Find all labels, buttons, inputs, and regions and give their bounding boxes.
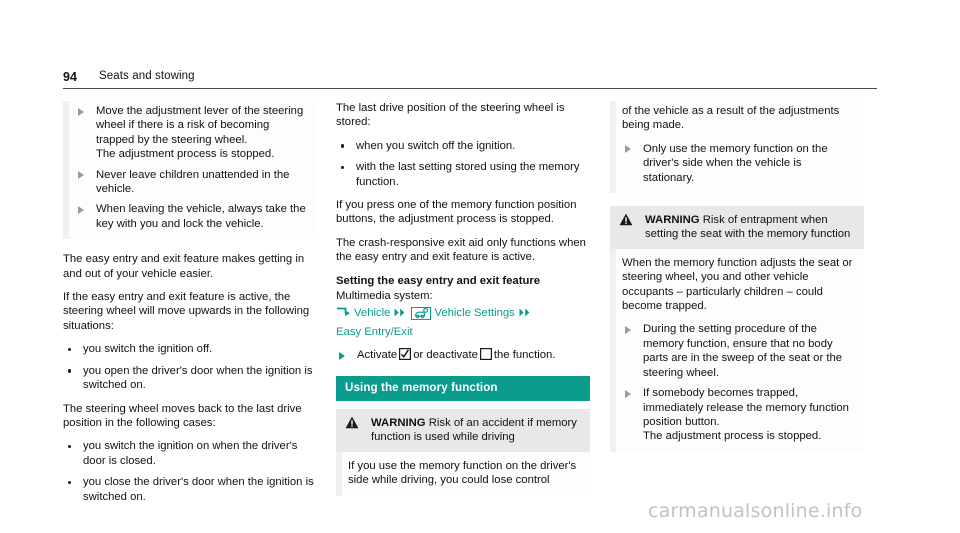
paragraph: The crash-responsive exit aid only funct…: [336, 236, 586, 264]
bullet-list-stored-conditions: when you switch off the ignition. with t…: [336, 139, 590, 189]
paragraph: The last drive position of the steering …: [336, 102, 565, 129]
bullet-list-return-conditions: you switch the ignition on when the driv…: [63, 439, 317, 504]
paragraph: If the easy entry and exit feature is ac…: [63, 291, 310, 332]
warning-action-list: During the setting procedure of the memo…: [622, 322, 855, 443]
list-item-text: Only use the memory function on the driv…: [643, 142, 828, 184]
list-item-text: with the last setting stored using the m…: [356, 161, 580, 188]
bullet-dot-icon: [68, 480, 72, 485]
path-segment-vehicle[interactable]: Vehicle: [354, 307, 390, 319]
warning-header-text: WARNING Risk of an accident if memory fu…: [371, 416, 581, 445]
paragraph: The steering wheel moves back to the las…: [63, 402, 302, 429]
double-chevron-icon: [519, 306, 532, 323]
list-item-text: If somebody becomes trapped, immediately…: [643, 387, 849, 443]
paragraph: The easy entry and exit feature makes ge…: [63, 253, 305, 280]
column-3: of the vehicle as a result of the adjust…: [610, 101, 864, 465]
triangle-bullet-icon: [625, 389, 631, 398]
page-title: Seats and stowing: [99, 70, 195, 82]
bullet-dot-icon: [68, 444, 72, 449]
list-item-text: Move the adjustment lever of the steerin…: [96, 105, 304, 161]
list-item: During the setting procedure of the memo…: [622, 322, 855, 380]
warning-label: WARNING: [645, 214, 700, 227]
paragraph: of the vehicle as a result of the adjust…: [622, 105, 840, 132]
triangle-bullet-icon: [78, 205, 84, 214]
enter-arrow-icon: [336, 307, 351, 324]
warning-body: If you use the memory function on the dr…: [336, 451, 590, 496]
warning-triangle-icon: [619, 213, 633, 227]
warning-action-list: Only use the memory function on the driv…: [622, 142, 855, 185]
path-segment-vehicle-settings[interactable]: Vehicle Settings: [434, 307, 514, 319]
list-item: you close the driver's door when the ign…: [63, 475, 317, 504]
column-2: The last drive position of the steering …: [336, 101, 590, 509]
bullet-dot-icon: [341, 165, 345, 170]
list-item-activate: Activate or deactivate the function.: [336, 348, 590, 364]
warning-header: WARNING Risk of an accident if memory fu…: [336, 408, 590, 452]
list-item: Move the adjustment lever of the steerin…: [75, 104, 308, 162]
warning-continuation-box: Move the adjustment lever of the steerin…: [63, 101, 317, 240]
paragraph: If you press one of the memory function …: [336, 199, 577, 226]
warning-box-entrapment: WARNING Risk of entrapment when setting …: [610, 206, 864, 452]
checked-checkbox-icon[interactable]: [399, 348, 412, 364]
vehicle-settings-icon: [411, 307, 432, 321]
warning-action-list: Move the adjustment lever of the steerin…: [75, 104, 308, 231]
multimedia-menu-path: Vehicle Vehicle Settings Easy Entry/Exit: [336, 305, 590, 340]
double-chevron-icon: [394, 306, 407, 323]
paragraph: When the memory function adjusts the sea…: [622, 256, 853, 313]
list-item: you open the driver's door when the igni…: [63, 364, 317, 393]
multimedia-label: Multimedia system:: [336, 290, 433, 303]
list-item-text: when you switch off the ignition.: [356, 139, 516, 152]
list-item-text: When leaving the vehicle, always take th…: [96, 203, 306, 230]
triangle-bullet-icon: [78, 107, 84, 116]
warning-header-text: WARNING Risk of entrapment when setting …: [645, 213, 855, 242]
warning-header: WARNING Risk of entrapment when setting …: [610, 206, 864, 249]
paragraph: If you use the memory function on the dr…: [348, 459, 577, 487]
warning-continuation-box: of the vehicle as a result of the adjust…: [610, 101, 864, 194]
activate-action-list: Activate or deactivate the function.: [336, 348, 590, 364]
list-item: If somebody becomes trapped, immediately…: [622, 386, 855, 444]
list-item: When leaving the vehicle, always take th…: [75, 202, 308, 231]
page-number: 94: [63, 70, 78, 84]
bullet-list-raise-conditions: you switch the ignition off. you open th…: [63, 342, 317, 392]
column-1: Move the adjustment lever of the steerin…: [63, 101, 317, 513]
list-item: you switch the ignition off.: [63, 342, 317, 356]
triangle-bullet-icon: [78, 171, 84, 180]
bullet-dot-icon: [68, 347, 72, 352]
warning-body: When the memory function adjusts the sea…: [610, 248, 864, 452]
list-item-text: you switch the ignition off.: [83, 343, 213, 356]
content-columns: Move the adjustment lever of the steerin…: [63, 101, 879, 503]
list-item-text: Never leave children unattended in the v…: [96, 168, 290, 196]
list-item: when you switch off the ignition.: [336, 139, 590, 153]
list-item: with the last setting stored using the m…: [336, 160, 590, 189]
list-item: you switch the ignition on when the driv…: [63, 439, 317, 468]
bullet-dot-icon: [341, 144, 345, 148]
list-item: Never leave children unattended in the v…: [75, 168, 308, 197]
list-item-text: During the setting procedure of the memo…: [643, 323, 843, 379]
header-divider: [63, 88, 877, 89]
path-segment-easy-entry-exit[interactable]: Easy Entry/Exit: [336, 326, 413, 338]
section-banner: Using the memory function: [336, 375, 590, 401]
bullet-dot-icon: [68, 369, 72, 373]
list-item-text: you close the driver's door when the ign…: [83, 476, 314, 503]
triangle-bullet-icon: [625, 325, 631, 334]
activate-prefix-text: Activate: [357, 349, 398, 362]
warning-label: WARNING: [371, 416, 426, 429]
warning-triangle-icon: [345, 416, 359, 430]
list-item: Only use the memory function on the driv…: [622, 142, 855, 185]
triangle-bullet-icon: [625, 145, 631, 154]
warning-box-memory-driving: WARNING Risk of an accident if memory fu…: [336, 408, 590, 496]
list-item-text: you open the driver's door when the igni…: [83, 364, 313, 392]
subheading: Setting the easy entry and exit feature: [336, 274, 541, 287]
triangle-bullet-icon: [339, 351, 345, 360]
activate-suffix-text: the function.: [493, 349, 556, 362]
list-item-text: you switch the ignition on when the driv…: [83, 440, 298, 467]
unchecked-checkbox-icon[interactable]: [479, 348, 492, 364]
watermark: carmanualsonline.info: [648, 500, 863, 522]
activate-middle-text: or deactivate: [413, 349, 478, 362]
